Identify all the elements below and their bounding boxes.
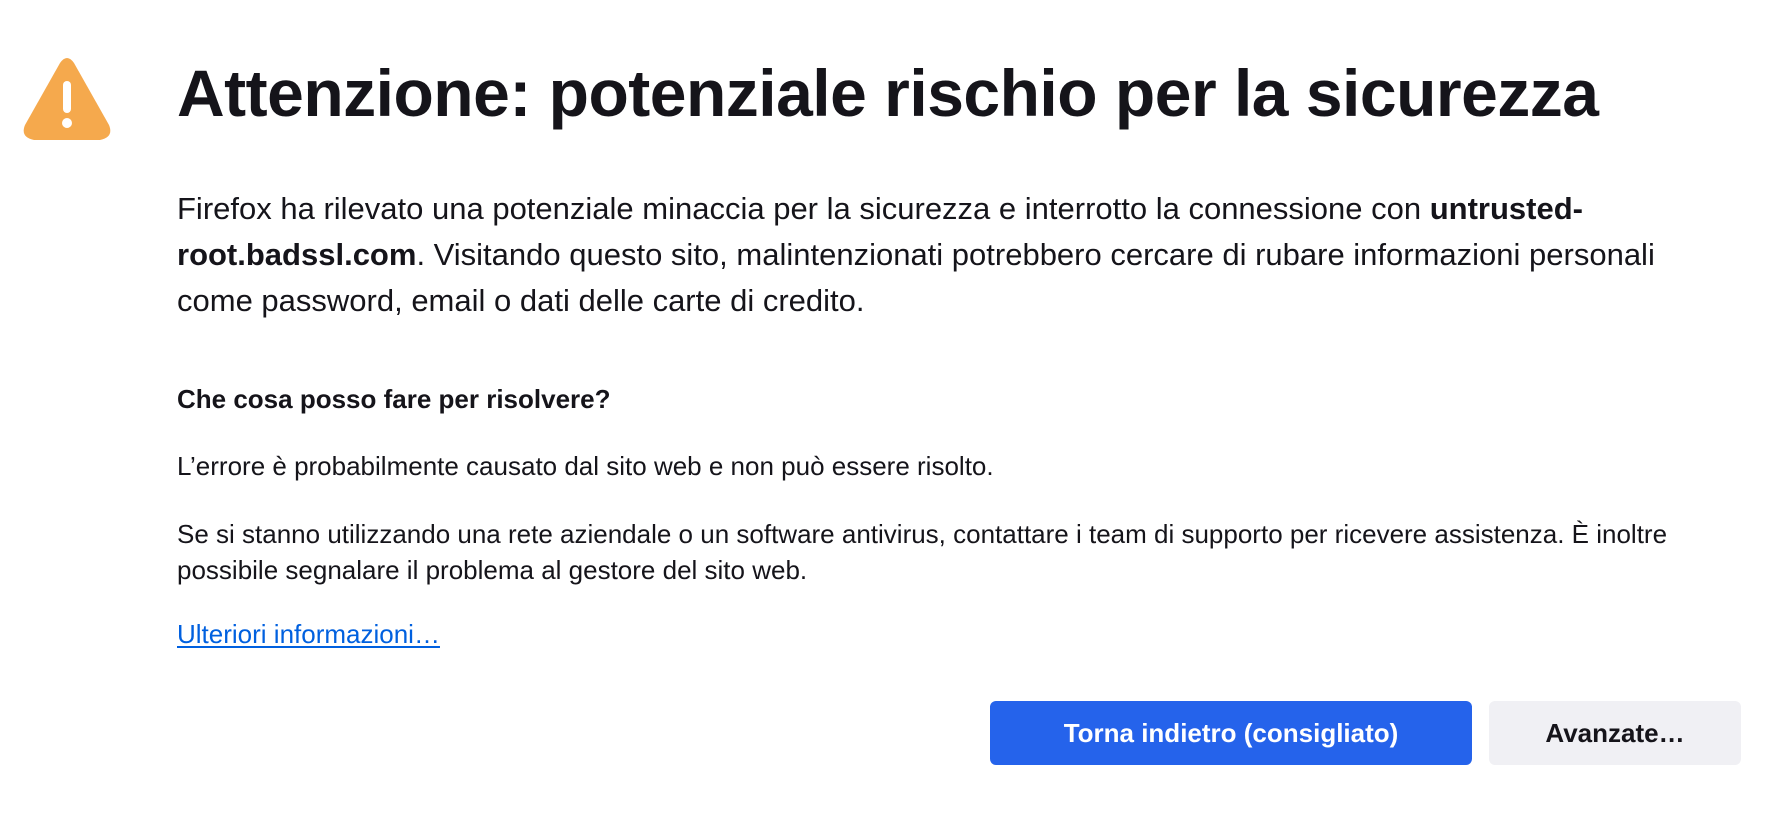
go-back-button[interactable]: Torna indietro (consigliato) (990, 701, 1472, 765)
learn-more-link[interactable]: Ulteriori informazioni… (177, 616, 440, 652)
page-title: Attenzione: potenziale rischio per la si… (177, 56, 1599, 130)
help-heading: Che cosa posso fare per risolvere? (177, 384, 611, 414)
warning-icon (23, 58, 111, 140)
help-paragraph-1: L’errore è probabilmente causato dal sit… (177, 451, 994, 481)
advanced-button[interactable]: Avanzate… (1489, 701, 1741, 765)
intro-text: Firefox ha rilevato una potenziale minac… (177, 186, 1717, 324)
help-paragraph-2: Se si stanno utilizzando una rete aziend… (177, 519, 1668, 585)
intro-text-before: Firefox ha rilevato una potenziale minac… (177, 191, 1430, 226)
